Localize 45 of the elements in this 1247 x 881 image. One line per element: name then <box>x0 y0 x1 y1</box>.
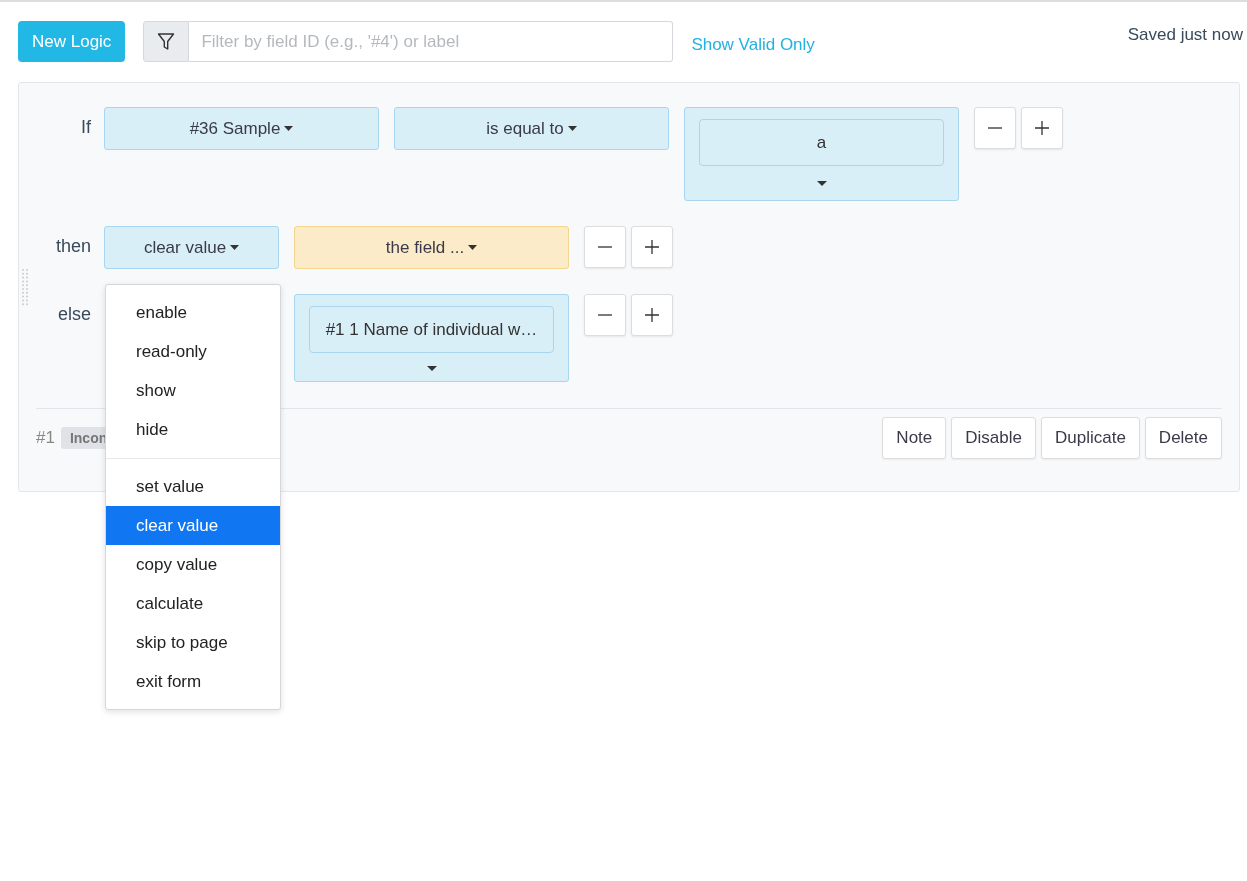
caret-icon <box>567 126 577 131</box>
value-chip[interactable]: #1 1 Name of individual w… <box>309 306 554 353</box>
filter-field[interactable]: Filter by field ID (e.g., '#4') or label <box>189 21 674 62</box>
value-picker[interactable]: a <box>684 107 959 201</box>
action-button[interactable]: Duplicate <box>1041 417 1140 459</box>
menu-item[interactable]: show <box>106 371 280 410</box>
minus-icon <box>987 127 1003 129</box>
condition-label: then <box>54 235 91 257</box>
caret-icon <box>816 181 827 186</box>
add-button[interactable] <box>631 294 673 336</box>
select-dropdown[interactable]: is equal to <box>394 107 669 150</box>
menu-item[interactable]: calculate <box>106 584 280 623</box>
action-button[interactable]: Disable <box>951 417 1036 459</box>
action-button[interactable]: Note <box>882 417 947 459</box>
condition-label: If <box>80 116 91 138</box>
select-dropdown[interactable]: clear value <box>104 226 279 269</box>
value-chip[interactable]: a <box>699 119 944 166</box>
caret-icon <box>426 366 437 371</box>
menu-item[interactable]: skip to page <box>106 623 280 662</box>
value-picker[interactable]: #1 1 Name of individual w… <box>294 294 569 382</box>
filter-icon <box>157 31 176 52</box>
plus-icon <box>1034 120 1050 136</box>
plus-icon <box>644 307 660 323</box>
menu-item[interactable]: copy value <box>106 545 280 584</box>
condition-label: else <box>56 303 91 325</box>
select-dropdown[interactable]: the field ... <box>294 226 569 269</box>
caret-icon <box>230 245 240 250</box>
caret-icon <box>284 126 294 131</box>
menu-item[interactable]: read-only <box>106 332 280 371</box>
menu-item[interactable]: set value <box>106 467 280 506</box>
minus-icon <box>597 314 613 316</box>
add-button[interactable] <box>631 226 673 268</box>
filter-button[interactable] <box>143 21 190 62</box>
caret-icon <box>468 245 478 250</box>
drag-handle-icon[interactable] <box>21 268 29 306</box>
save-status: Saved just now <box>1127 25 1243 45</box>
action-button[interactable]: Delete <box>1144 417 1222 459</box>
rule-number: #1 <box>36 428 55 448</box>
plus-icon <box>644 239 660 255</box>
minus-icon <box>597 246 613 248</box>
select-dropdown[interactable]: #36 Sample <box>104 107 379 150</box>
add-button[interactable] <box>1021 107 1063 149</box>
menu-item[interactable]: enable <box>106 293 280 332</box>
menu-item[interactable]: clear value <box>106 506 280 545</box>
menu-item[interactable]: exit form <box>106 662 280 701</box>
